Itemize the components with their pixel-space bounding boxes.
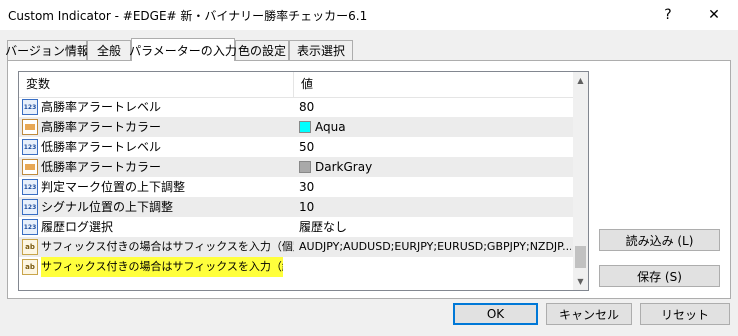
color-icon <box>22 159 38 175</box>
param-name: サフィックス付きの場合はサフィックスを入力（総合） <box>41 257 283 277</box>
column-header-value[interactable]: 値 <box>294 72 573 97</box>
reset-button[interactable]: リセット <box>640 303 730 325</box>
param-name: 判定マーク位置の上下調整 <box>41 180 186 194</box>
param-name: 低勝率アラートレベル <box>41 140 162 154</box>
save-button[interactable]: 保存 (S) <box>599 265 720 287</box>
numeric-icon: 123 <box>22 99 38 115</box>
color-value-label: Aqua <box>315 120 346 134</box>
param-name: 高勝率アラートレベル <box>41 100 162 114</box>
param-value[interactable]: 10 <box>299 197 571 217</box>
string-icon: ab <box>22 259 38 275</box>
numeric-icon: 123 <box>22 179 38 195</box>
table-row[interactable]: 123 判定マーク位置の上下調整 30 <box>19 177 573 197</box>
table-row[interactable]: 高勝率アラートカラー Aqua <box>19 117 573 137</box>
tab-version-info[interactable]: バージョン情報 <box>5 40 89 60</box>
color-value-label: DarkGray <box>315 160 373 174</box>
title-bar: Custom Indicator - #EDGE# 新・バイナリー勝率チェッカー… <box>0 0 738 30</box>
param-name: 低勝率アラートカラー <box>41 160 162 174</box>
ok-button[interactable]: OK <box>453 303 538 325</box>
cancel-button[interactable]: キャンセル <box>546 303 632 325</box>
close-button[interactable]: ✕ <box>692 0 736 30</box>
tab-display[interactable]: 表示選択 <box>289 40 353 60</box>
scroll-down-icon[interactable]: ▼ <box>573 273 588 290</box>
numeric-icon: 123 <box>22 199 38 215</box>
tab-general[interactable]: 全般 <box>87 40 131 60</box>
param-name: 履歴ログ選択 <box>41 220 114 234</box>
table-header: 変数 値 <box>19 72 573 98</box>
tab-colors[interactable]: 色の設定 <box>235 40 289 60</box>
color-swatch <box>299 161 311 173</box>
parameter-table: 変数 値 123 高勝率アラートレベル 80 高勝率アラートカラー Aqua 1… <box>18 71 589 291</box>
table-row[interactable]: 低勝率アラートカラー DarkGray <box>19 157 573 177</box>
param-name: シグナル位置の上下調整 <box>41 200 174 214</box>
param-value[interactable]: 30 <box>299 177 571 197</box>
table-row[interactable]: 123 高勝率アラートレベル 80 <box>19 97 573 117</box>
window-title: Custom Indicator - #EDGE# 新・バイナリー勝率チェッカー… <box>8 9 368 23</box>
param-value[interactable]: 履歴なし <box>299 217 571 237</box>
scroll-up-icon[interactable]: ▲ <box>573 72 588 89</box>
param-value[interactable]: Aqua <box>299 117 571 137</box>
scroll-thumb[interactable] <box>575 246 586 268</box>
vertical-scrollbar[interactable]: ▲ ▼ <box>573 72 588 290</box>
numeric-icon: 123 <box>22 139 38 155</box>
param-name: サフィックス付きの場合はサフィックスを入力（個別） <box>41 240 294 253</box>
string-icon: ab <box>22 239 38 255</box>
param-name: 高勝率アラートカラー <box>41 120 162 134</box>
param-value[interactable]: DarkGray <box>299 157 571 177</box>
param-value[interactable]: 80 <box>299 97 571 117</box>
table-row[interactable]: 123 履歴ログ選択 履歴なし <box>19 217 573 237</box>
table-row[interactable]: ab サフィックス付きの場合はサフィックスを入力（個別） AUDJPY;AUDU… <box>19 237 573 257</box>
param-value[interactable] <box>299 257 571 277</box>
load-button[interactable]: 読み込み (L) <box>599 229 720 251</box>
table-row[interactable]: ab サフィックス付きの場合はサフィックスを入力（総合） <box>19 257 573 277</box>
help-button[interactable]: ? <box>646 0 690 30</box>
numeric-icon: 123 <box>22 219 38 235</box>
tab-parameters[interactable]: パラメーターの入力 <box>129 38 237 61</box>
column-header-variable[interactable]: 変数 <box>19 72 294 97</box>
param-value[interactable]: 50 <box>299 137 571 157</box>
color-icon <box>22 119 38 135</box>
color-swatch <box>299 121 311 133</box>
param-value[interactable]: AUDJPY;AUDUSD;EURJPY;EURUSD;GBPJPY;NZDJP… <box>299 237 571 257</box>
table-row[interactable]: 123 低勝率アラートレベル 50 <box>19 137 573 157</box>
table-row[interactable]: 123 シグナル位置の上下調整 10 <box>19 197 573 217</box>
